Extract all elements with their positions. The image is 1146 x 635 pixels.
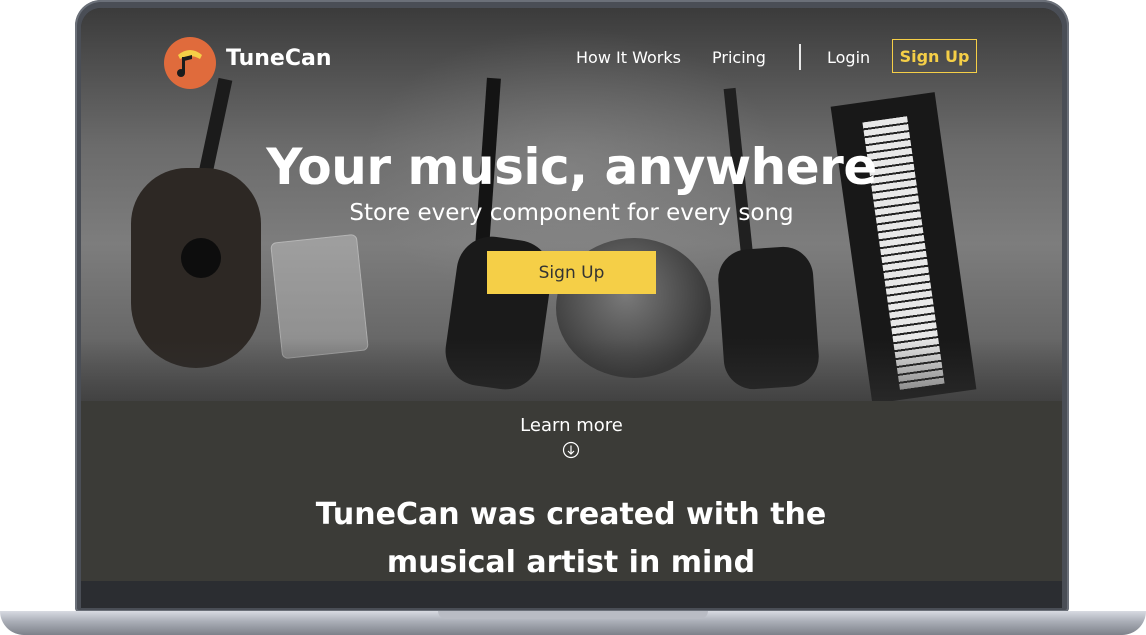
screen-bottom-bezel bbox=[81, 581, 1062, 608]
hero-signup-button[interactable]: Sign Up bbox=[487, 251, 656, 294]
nav-login[interactable]: Login bbox=[827, 48, 870, 67]
hero-section: TuneCan How It Works Pricing Login Sign … bbox=[81, 8, 1062, 404]
nav-divider bbox=[799, 44, 801, 70]
arrow-down-circle-icon[interactable] bbox=[562, 441, 580, 459]
browser-screen: TuneCan How It Works Pricing Login Sign … bbox=[81, 8, 1062, 608]
raised-hands-overlay bbox=[81, 338, 1062, 401]
nav-how-it-works[interactable]: How It Works bbox=[576, 48, 681, 67]
about-section: Learn more TuneCan was created with the … bbox=[81, 401, 1062, 581]
learn-more-link[interactable]: Learn more bbox=[81, 415, 1062, 436]
about-heading-line1: TuneCan was created with the bbox=[315, 497, 827, 532]
nav-pricing[interactable]: Pricing bbox=[712, 48, 766, 67]
laptop-notch bbox=[438, 611, 708, 619]
about-heading-line2: musical artist in mind bbox=[386, 545, 756, 580]
logo[interactable] bbox=[164, 37, 216, 89]
hero-title: Your music, anywhere bbox=[266, 138, 877, 196]
guitar-soundhole bbox=[181, 238, 221, 278]
nav-signup-button[interactable]: Sign Up bbox=[892, 39, 977, 73]
brand-name[interactable]: TuneCan bbox=[226, 46, 332, 71]
hero-subtitle: Store every component for every song bbox=[349, 200, 794, 226]
music-note-can-icon bbox=[177, 50, 202, 77]
about-heading: TuneCan was created with the musical art… bbox=[271, 491, 871, 587]
